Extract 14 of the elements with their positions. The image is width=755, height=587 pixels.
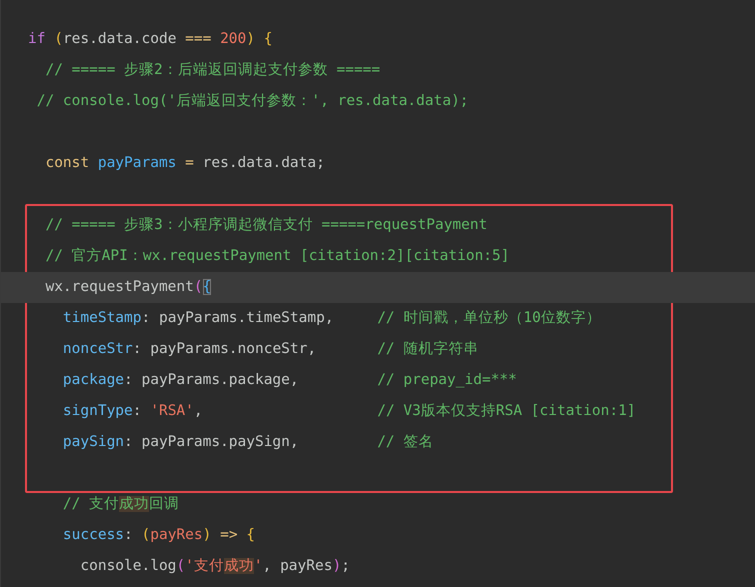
code-line: signType: 'RSA', // V3版本仅支持RSA [citation:1]	[62, 402, 637, 421]
code-line: // ===== 步骤3：小程序调起微信支付 =====requestPayment	[44, 216, 488, 235]
code-line: // 官方API：wx.requestPayment [citation:2][citation:5]	[44, 246, 510, 266]
code-line: // ===== 步骤2：后端返回调起支付参数 =====	[44, 61, 382, 80]
code-line: // console.log('后端返回支付参数：', res.data.data);	[36, 92, 470, 111]
code-line: const payParams = res.data.data;	[44, 154, 326, 173]
code-line: package: payParams.package, // prepay_id=***	[62, 371, 518, 390]
code-line: // 支付成功回调	[62, 495, 180, 514]
code-line: timeStamp: payParams.timeStamp, // 时间戳，单位秒（10位数字）	[62, 308, 602, 328]
code-line: paySign: payParams.paySign, // 签名	[62, 433, 434, 452]
code-line: if (res.data.code === 200) {	[27, 30, 274, 49]
code-line: success: (payRes) => {	[62, 526, 256, 545]
code-line: nonceStr: payParams.nonceStr, // 随机字符串	[62, 340, 480, 359]
code-line: console.log('支付成功', payRes);	[79, 557, 351, 576]
